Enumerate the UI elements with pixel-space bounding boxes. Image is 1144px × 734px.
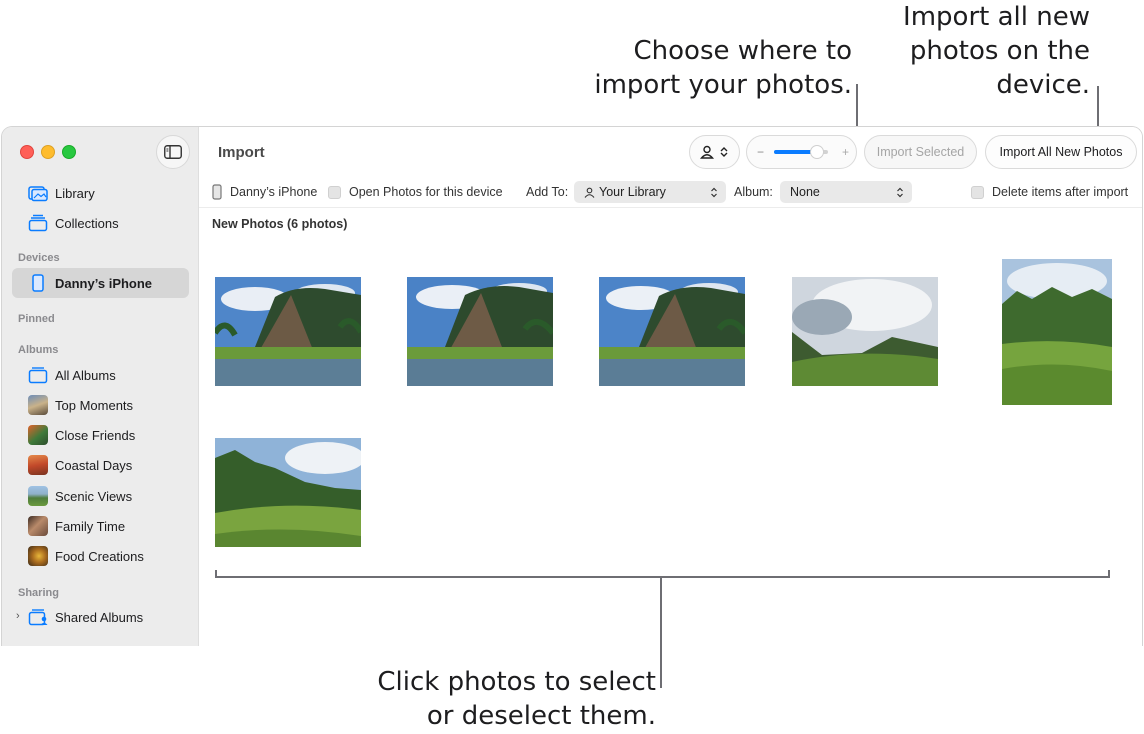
photo-thumbnail[interactable] bbox=[215, 438, 361, 547]
up-down-chevron-icon bbox=[711, 187, 717, 197]
family-time-thumbnail-icon bbox=[28, 516, 48, 536]
sidebar-item-scenic-views[interactable]: Scenic Views bbox=[12, 481, 189, 511]
import-selected-button[interactable]: Import Selected bbox=[864, 135, 977, 169]
food-creations-thumbnail-icon bbox=[28, 546, 48, 566]
album-value: None bbox=[790, 185, 820, 199]
sidebar-item-shared-albums[interactable]: › Shared Albums bbox=[12, 602, 189, 632]
open-photos-checkbox[interactable]: Open Photos for this device bbox=[328, 177, 503, 207]
disclosure-chevron-icon[interactable]: › bbox=[16, 610, 20, 622]
callout-click-photos: Click photos to select or deselect them. bbox=[377, 667, 656, 731]
top-moments-thumbnail-icon bbox=[28, 395, 48, 415]
close-window-button[interactable] bbox=[20, 145, 34, 159]
shared-albums-icon bbox=[28, 607, 48, 627]
sidebar-item-family-time[interactable]: Family Time bbox=[12, 511, 189, 541]
device-label: Danny’s iPhone bbox=[212, 177, 317, 207]
sidebar-item-label: Close Friends bbox=[55, 427, 136, 443]
person-icon bbox=[584, 187, 595, 198]
device-name: Danny’s iPhone bbox=[230, 185, 318, 199]
album-label: Album: bbox=[734, 185, 773, 199]
person-icon bbox=[700, 145, 714, 159]
callout-choose-where: Choose where to import your photos. bbox=[594, 36, 852, 100]
delete-after-import-checkbox[interactable]: Delete items after import bbox=[971, 177, 1128, 207]
scenic-views-thumbnail-icon bbox=[28, 486, 48, 506]
zoom-slider-control[interactable]: − + bbox=[746, 135, 857, 169]
sidebar-item-top-moments[interactable]: Top Moments bbox=[12, 390, 189, 420]
album-popup[interactable]: None bbox=[780, 181, 912, 203]
sidebar-item-label: Top Moments bbox=[55, 397, 134, 413]
sidebar-item-collections[interactable]: Collections bbox=[12, 208, 189, 238]
add-to-popup[interactable]: Your Library bbox=[574, 181, 726, 203]
photo-thumbnail[interactable] bbox=[599, 277, 745, 386]
page-title: Import bbox=[218, 144, 265, 161]
up-down-chevron-icon bbox=[720, 147, 728, 157]
close-friends-thumbnail-icon bbox=[28, 425, 48, 445]
sidebar: Library Collections Devices Danny’s iPho… bbox=[2, 127, 199, 646]
sidebar-item-library[interactable]: Library bbox=[12, 178, 189, 208]
zoom-in-icon[interactable]: + bbox=[842, 145, 849, 159]
sidebar-item-label: All Albums bbox=[55, 367, 116, 383]
sidebar-section-albums: Albums bbox=[18, 344, 59, 356]
add-to-value: Your Library bbox=[599, 185, 666, 199]
photo-thumbnail[interactable] bbox=[1002, 259, 1112, 405]
photo-thumbnail[interactable] bbox=[215, 277, 361, 386]
sidebar-item-label: Coastal Days bbox=[55, 457, 133, 473]
library-icon bbox=[28, 183, 48, 203]
add-to-label: Add To: bbox=[526, 185, 569, 199]
sidebar-item-close-friends[interactable]: Close Friends bbox=[12, 420, 189, 450]
sidebar-item-coastal-days[interactable]: Coastal Days bbox=[12, 450, 189, 480]
sidebar-item-food-creations[interactable]: Food Creations bbox=[12, 541, 189, 571]
sidebar-item-label: Scenic Views bbox=[55, 488, 133, 504]
sidebar-item-label: Food Creations bbox=[55, 548, 144, 564]
device-phone-icon bbox=[212, 184, 222, 200]
sidebar-item-all-albums[interactable]: All Albums bbox=[12, 360, 189, 390]
sidebar-section-sharing: Sharing bbox=[18, 587, 59, 599]
sidebar-toggle-button[interactable] bbox=[156, 135, 190, 169]
zoom-out-icon[interactable]: − bbox=[757, 145, 764, 159]
import-all-new-photos-button[interactable]: Import All New Photos bbox=[985, 135, 1137, 169]
import-options-bar: Danny’s iPhone Open Photos for this devi… bbox=[199, 177, 1142, 208]
photo-thumbnail[interactable] bbox=[792, 277, 938, 386]
photos-window: Library Collections Devices Danny’s iPho… bbox=[1, 126, 1143, 646]
sidebar-item-label: Collections bbox=[55, 215, 119, 231]
photo-thumbnail[interactable] bbox=[407, 277, 553, 386]
sidebar-item-label: Library bbox=[55, 185, 95, 201]
sidebar-section-devices: Devices bbox=[18, 252, 60, 264]
import-pane: Import − + Import Selected Import All Ne… bbox=[199, 127, 1142, 646]
sidebar-item-label: Danny’s iPhone bbox=[55, 275, 153, 291]
sidebar-toggle-icon bbox=[164, 145, 182, 159]
open-photos-checkbox-box[interactable] bbox=[328, 185, 341, 199]
sidebar-item-dannys-iphone[interactable]: Danny’s iPhone bbox=[12, 268, 189, 298]
sidebar-item-label: Family Time bbox=[55, 518, 126, 534]
sidebar-item-label: Shared Albums bbox=[55, 609, 144, 625]
delete-after-import-label: Delete items after import bbox=[992, 185, 1129, 199]
zoom-window-button[interactable] bbox=[62, 145, 76, 159]
collections-icon bbox=[28, 213, 48, 233]
minimize-window-button[interactable] bbox=[41, 145, 55, 159]
iphone-icon bbox=[28, 273, 48, 293]
delete-after-import-checkbox-box[interactable] bbox=[971, 185, 984, 199]
people-filter-button[interactable] bbox=[689, 135, 740, 169]
open-photos-label: Open Photos for this device bbox=[349, 185, 503, 199]
sidebar-section-pinned: Pinned bbox=[18, 313, 55, 325]
new-photos-heading: New Photos (6 photos) bbox=[212, 217, 348, 231]
coastal-days-thumbnail-icon bbox=[28, 455, 48, 475]
zoom-slider-track[interactable] bbox=[774, 145, 829, 159]
albums-icon bbox=[28, 365, 48, 385]
up-down-chevron-icon bbox=[897, 187, 903, 197]
callout-import-all: Import all new photos on the device. bbox=[903, 2, 1090, 100]
zoom-slider-handle[interactable] bbox=[810, 145, 825, 159]
